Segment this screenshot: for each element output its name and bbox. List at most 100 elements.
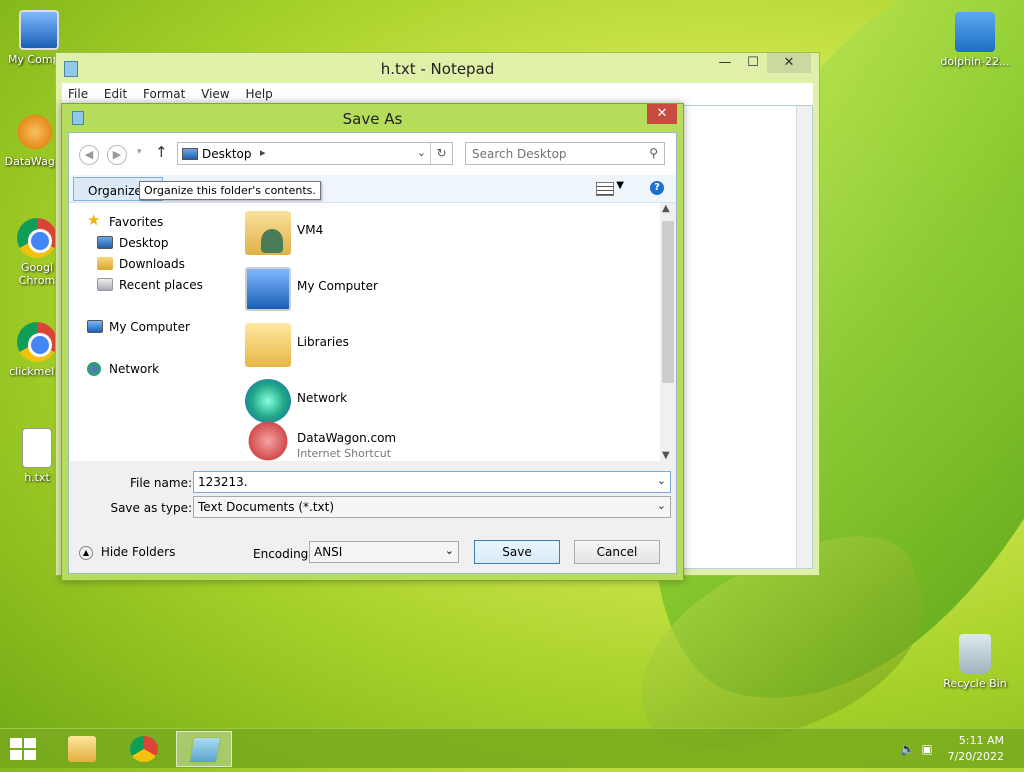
nav-item-favorites[interactable]: ★ Favorites bbox=[87, 211, 164, 231]
cancel-button[interactable]: Cancel bbox=[574, 540, 660, 564]
clock[interactable]: 5:11 AM 7/20/2022 bbox=[934, 733, 1004, 765]
back-button[interactable]: ◀ bbox=[79, 145, 99, 165]
minimize-button[interactable]: — bbox=[711, 53, 739, 73]
taskbar-notepad[interactable] bbox=[176, 731, 232, 767]
taskbar-file-explorer[interactable] bbox=[54, 731, 110, 767]
refresh-icon[interactable]: ↻ bbox=[430, 143, 452, 164]
dialog-title: Save As bbox=[342, 110, 403, 128]
notepad-scrollbar[interactable] bbox=[796, 106, 812, 568]
speaker-muted-icon[interactable]: 🔈 bbox=[900, 742, 915, 756]
desktop-icon-dolphin[interactable]: dolphin-22... bbox=[940, 12, 1010, 68]
savetype-value: Text Documents (*.txt) bbox=[198, 500, 335, 514]
computer-icon bbox=[87, 320, 103, 333]
encoding-value: ANSI bbox=[314, 545, 343, 559]
desktop-icon bbox=[182, 148, 198, 160]
notepad-title: h.txt - Notepad bbox=[380, 60, 495, 78]
nav-item-network[interactable]: Network bbox=[87, 360, 159, 378]
recent-places-icon bbox=[97, 278, 113, 291]
nav-label: My Computer bbox=[109, 320, 190, 334]
downloads-icon bbox=[97, 257, 113, 270]
desktop-icon-label: dolphin-22... bbox=[940, 55, 1010, 68]
scroll-up-icon[interactable]: ▲ bbox=[662, 203, 670, 214]
view-options-icon[interactable] bbox=[596, 182, 614, 196]
taskbar-chrome[interactable] bbox=[116, 731, 172, 767]
navigation-pane: ★ Favorites Desktop Downloads Recent pla… bbox=[69, 203, 239, 461]
clock-date: 7/20/2022 bbox=[947, 750, 1004, 763]
maximize-button[interactable]: ☐ bbox=[739, 53, 767, 73]
dialog-titlebar[interactable]: Save As ✕ bbox=[62, 104, 683, 132]
computer-icon bbox=[19, 10, 59, 50]
command-bar: Organize Organize this folder's contents… bbox=[69, 175, 676, 203]
close-button[interactable]: ✕ bbox=[767, 53, 811, 73]
save-button[interactable]: Save bbox=[474, 540, 560, 564]
chevron-down-icon[interactable]: ⌄ bbox=[657, 499, 666, 512]
scroll-down-icon[interactable]: ▼ bbox=[662, 450, 670, 461]
menu-help[interactable]: Help bbox=[245, 83, 272, 105]
network-icon bbox=[87, 362, 101, 376]
file-list-scrollbar[interactable]: ▲ ▼ bbox=[660, 203, 676, 461]
search-icon[interactable]: ⚲ bbox=[649, 146, 658, 160]
chevron-down-icon[interactable]: ⌄ bbox=[445, 544, 454, 557]
desktop-icon-recycle-bin[interactable]: Recycle Bin bbox=[940, 634, 1010, 690]
encoding-select[interactable]: ANSI ⌄ bbox=[309, 541, 459, 563]
notepad-icon bbox=[188, 737, 222, 763]
filename-input[interactable]: 123213. ⌄ bbox=[193, 471, 671, 493]
search-input[interactable] bbox=[466, 143, 636, 164]
nav-label: Recent places bbox=[119, 278, 203, 292]
menu-file[interactable]: File bbox=[68, 83, 88, 105]
nav-label: Downloads bbox=[119, 257, 185, 271]
savetype-row: Save as type: Text Documents (*.txt) ⌄ bbox=[69, 496, 676, 520]
organize-tooltip: Organize this folder's contents. bbox=[139, 181, 321, 200]
scrollbar-thumb[interactable] bbox=[662, 221, 674, 383]
network-status-icon[interactable]: ▣ bbox=[920, 742, 934, 756]
hide-folders-button[interactable]: ▲ Hide Folders bbox=[79, 545, 175, 560]
nav-label: Desktop bbox=[119, 236, 169, 250]
nav-item-desktop[interactable]: Desktop bbox=[97, 234, 169, 252]
file-name: Libraries bbox=[297, 335, 349, 349]
recent-locations-dropdown[interactable]: ▾ bbox=[137, 147, 142, 157]
chevron-down-icon[interactable]: ⌄ bbox=[657, 474, 666, 487]
desktop-icon-label: Recycle Bin bbox=[943, 677, 1007, 690]
desktop-icon bbox=[97, 236, 113, 249]
menu-view[interactable]: View bbox=[201, 83, 229, 105]
menu-format[interactable]: Format bbox=[143, 83, 185, 105]
encoding-label: Encoding: bbox=[253, 547, 313, 561]
notepad-menubar: File Edit Format View Help bbox=[62, 83, 813, 105]
chevron-down-icon[interactable]: ▼ bbox=[616, 180, 624, 191]
help-icon[interactable]: ? bbox=[650, 181, 664, 195]
forward-button[interactable]: ▶ bbox=[107, 145, 127, 165]
computer-icon bbox=[245, 267, 291, 311]
star-icon: ★ bbox=[87, 211, 101, 229]
file-type: Internet Shortcut bbox=[297, 447, 392, 460]
nav-item-my-computer[interactable]: My Computer bbox=[87, 318, 190, 336]
nav-label: Favorites bbox=[109, 215, 164, 229]
clock-time: 5:11 AM bbox=[958, 734, 1004, 747]
filename-label: File name: bbox=[130, 476, 192, 490]
dialog-close-button[interactable]: ✕ bbox=[647, 104, 677, 124]
chevron-down-icon[interactable]: ⌄ bbox=[417, 146, 426, 159]
address-location[interactable]: Desktop bbox=[202, 147, 252, 161]
up-arrow-icon[interactable]: ↑ bbox=[155, 143, 168, 161]
menu-edit[interactable]: Edit bbox=[104, 83, 127, 105]
nav-item-recent[interactable]: Recent places bbox=[97, 276, 203, 294]
search-box[interactable]: ⚲ bbox=[465, 142, 665, 165]
chevron-right-icon[interactable]: ▸ bbox=[260, 146, 266, 159]
file-name: VM4 bbox=[297, 223, 324, 237]
libraries-icon bbox=[245, 323, 291, 367]
chrome-icon bbox=[17, 218, 57, 258]
nav-item-downloads[interactable]: Downloads bbox=[97, 255, 185, 273]
taskbar: 🔈 ▣ 5:11 AM 7/20/2022 bbox=[0, 728, 1024, 768]
filename-value[interactable]: 123213. bbox=[198, 475, 248, 489]
save-as-dialog: Save As ✕ ◀ ▶ ▾ ↑ Desktop ▸ ⌄ ↻ ⚲ Organi… bbox=[61, 103, 684, 581]
savetype-select[interactable]: Text Documents (*.txt) ⌄ bbox=[193, 496, 671, 518]
address-bar[interactable]: Desktop ▸ ⌄ ↻ bbox=[177, 142, 453, 165]
notepad-titlebar[interactable]: h.txt - Notepad — ☐ ✕ bbox=[56, 53, 819, 83]
recycle-bin-icon bbox=[959, 634, 991, 674]
windows-start-icon[interactable] bbox=[10, 738, 38, 762]
user-folder-icon bbox=[245, 211, 291, 255]
file-name: My Computer bbox=[297, 279, 378, 293]
filename-row: File name: 123213. ⌄ bbox=[69, 471, 676, 495]
navigation-bar: ◀ ▶ ▾ ↑ Desktop ▸ ⌄ ↻ ⚲ bbox=[69, 133, 676, 175]
folder-shield-icon bbox=[955, 12, 995, 52]
savetype-label: Save as type: bbox=[110, 501, 192, 515]
